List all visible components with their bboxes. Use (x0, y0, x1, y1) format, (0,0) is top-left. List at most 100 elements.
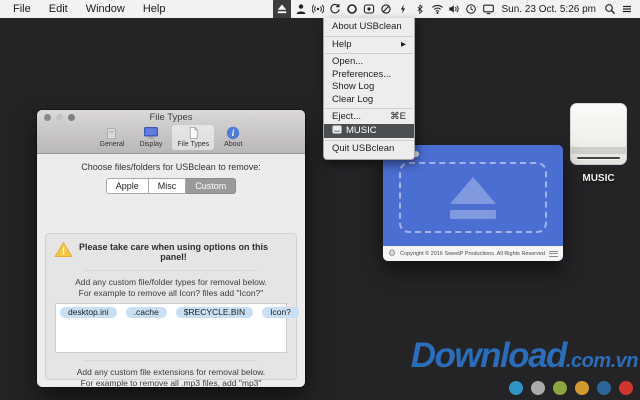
window-title-bar[interactable]: File Types (37, 110, 305, 124)
menu-bar-left: File Edit Window Help (0, 0, 174, 18)
tab-misc[interactable]: Misc (149, 178, 187, 194)
display-icon[interactable] (482, 0, 495, 18)
menu-bar-clock[interactable]: Sun. 23 Oct. 5:26 pm (499, 4, 600, 15)
menu-item-preferences[interactable]: Preferences... (324, 69, 414, 82)
watermark-text: Download.com.vn (411, 341, 638, 376)
menu-item-label: Clear Log (332, 95, 373, 106)
close-button[interactable] (44, 114, 51, 121)
usbclean-eject-window: ⚙ Copyright © 2016 SweetP Productions. A… (383, 145, 563, 261)
category-tabs: Apple Misc Custom (37, 178, 305, 194)
radio-waves-icon[interactable] (312, 0, 325, 18)
file-types-icon (187, 126, 200, 140)
custom-panel: ! Please take care when using options on… (45, 233, 297, 380)
spotlight-icon[interactable] (603, 0, 616, 18)
circle-icon[interactable] (346, 0, 359, 18)
drive-icon (332, 125, 342, 138)
menu-separator (325, 140, 413, 141)
menu-item-quit[interactable]: Quit USBclean (324, 143, 414, 156)
dot (597, 381, 611, 395)
circle-slash-icon[interactable] (380, 0, 393, 18)
toolbar-item-label: About (224, 140, 242, 149)
menu-bar-status-area: Sun. 23 Oct. 5:26 pm (273, 0, 640, 18)
toolbar-item-label: File Types (177, 140, 209, 149)
token-icon[interactable]: Icon? (262, 307, 299, 318)
token-recycle-bin[interactable]: $RECYCLE.BIN (176, 307, 253, 318)
menu-edit[interactable]: Edit (40, 0, 77, 18)
toolbar-item-display[interactable]: Display (134, 125, 167, 150)
panel-separator (84, 360, 258, 361)
menu-item-eject[interactable]: Eject...⌘E (324, 111, 414, 124)
menu-window[interactable]: Window (77, 0, 134, 18)
dot (619, 381, 633, 395)
choose-label: Choose files/folders for USBclean to rem… (37, 154, 305, 172)
tab-custom[interactable]: Custom (186, 178, 236, 194)
submenu-arrow-icon: ▶ (401, 40, 406, 51)
folder-instruction-line2: For example to remove all Icon? files ad… (46, 288, 296, 299)
window-content: Choose files/folders for USBclean to rem… (37, 154, 305, 387)
menu-item-music-volume[interactable]: MUSIC (324, 124, 414, 139)
menu-separator (325, 53, 413, 54)
drive-slot (577, 157, 620, 160)
watermark-dots (411, 381, 638, 395)
dot (553, 381, 567, 395)
dot (531, 381, 545, 395)
wifi-icon[interactable] (431, 0, 444, 18)
eject-drop-zone[interactable] (399, 162, 547, 233)
menu-help[interactable]: Help (134, 0, 175, 18)
eject-window-footer: ⚙ Copyright © 2016 SweetP Productions. A… (383, 246, 563, 261)
menu-item-show-log[interactable]: Show Log (324, 81, 414, 94)
token-desktop-ini[interactable]: desktop.ini (60, 307, 117, 318)
clock-icon[interactable] (465, 0, 478, 18)
notification-center-icon[interactable] (620, 0, 633, 18)
warning-icon: ! (54, 241, 73, 263)
menu-bar: File Edit Window Help (0, 0, 640, 18)
warning-row: ! Please take care when using options on… (54, 241, 288, 263)
preferences-toolbar: General Display File Types i About (37, 124, 305, 154)
screenshot-icon[interactable] (363, 0, 376, 18)
gear-icon[interactable]: ⚙ (388, 246, 396, 261)
drive-icon (570, 103, 627, 165)
token-list: desktop.ini .cache $RECYCLE.BIN Icon? (60, 307, 282, 318)
eject-icon[interactable] (273, 0, 291, 18)
folder-instruction-line1: Add any custom file/folder types for rem… (46, 277, 296, 288)
user-icon[interactable] (295, 0, 308, 18)
menu-item-help[interactable]: Help ▶ (324, 39, 414, 52)
menu-item-label: Show Log (332, 82, 374, 93)
menu-item-label: Help (332, 40, 352, 51)
menu-item-clear-log[interactable]: Clear Log (324, 94, 414, 107)
folder-instructions: Add any custom file/folder types for rem… (46, 277, 296, 299)
svg-text:!: ! (62, 247, 65, 258)
zoom-button[interactable] (68, 114, 75, 121)
dot (509, 381, 523, 395)
volume-icon[interactable] (448, 0, 461, 18)
menu-list-icon[interactable] (549, 251, 558, 257)
menu-file[interactable]: File (4, 0, 40, 18)
menu-item-shortcut: ⌘E (390, 112, 406, 123)
general-icon (105, 126, 118, 140)
desktop-drive-music[interactable]: MUSIC (570, 103, 627, 184)
minimize-button[interactable] (56, 114, 63, 121)
token-cache[interactable]: .cache (126, 307, 167, 318)
folder-types-field[interactable]: desktop.ini .cache $RECYCLE.BIN Icon? (55, 303, 287, 353)
warning-text: Please take care when using options on t… (73, 242, 288, 262)
toolbar-item-about[interactable]: i About (219, 125, 247, 150)
watermark-word: Download (411, 336, 566, 375)
drive-label: MUSIC (570, 173, 627, 184)
extension-instructions: Add any custom file extensions for remov… (46, 367, 296, 387)
menu-item-label: Open... (332, 57, 363, 68)
bluetooth-icon[interactable] (414, 0, 427, 18)
menu-item-about-usbclean[interactable]: About USBclean (324, 21, 414, 34)
menu-separator (325, 108, 413, 109)
menu-item-open[interactable]: Open... (324, 56, 414, 69)
window-title: File Types (149, 112, 192, 123)
bolt-icon[interactable] (397, 0, 410, 18)
toolbar-item-file-types[interactable]: File Types (172, 125, 214, 150)
display-pref-icon (143, 126, 159, 140)
toolbar-item-label: General (100, 140, 125, 149)
toolbar-item-general[interactable]: General (95, 125, 130, 150)
extension-instruction-line1: Add any custom file extensions for remov… (46, 367, 296, 378)
sync-icon[interactable] (329, 0, 342, 18)
tab-apple[interactable]: Apple (106, 178, 149, 194)
copyright-text: Copyright © 2016 SweetP Productions. All… (396, 251, 549, 257)
toolbar-item-label: Display (139, 140, 162, 149)
